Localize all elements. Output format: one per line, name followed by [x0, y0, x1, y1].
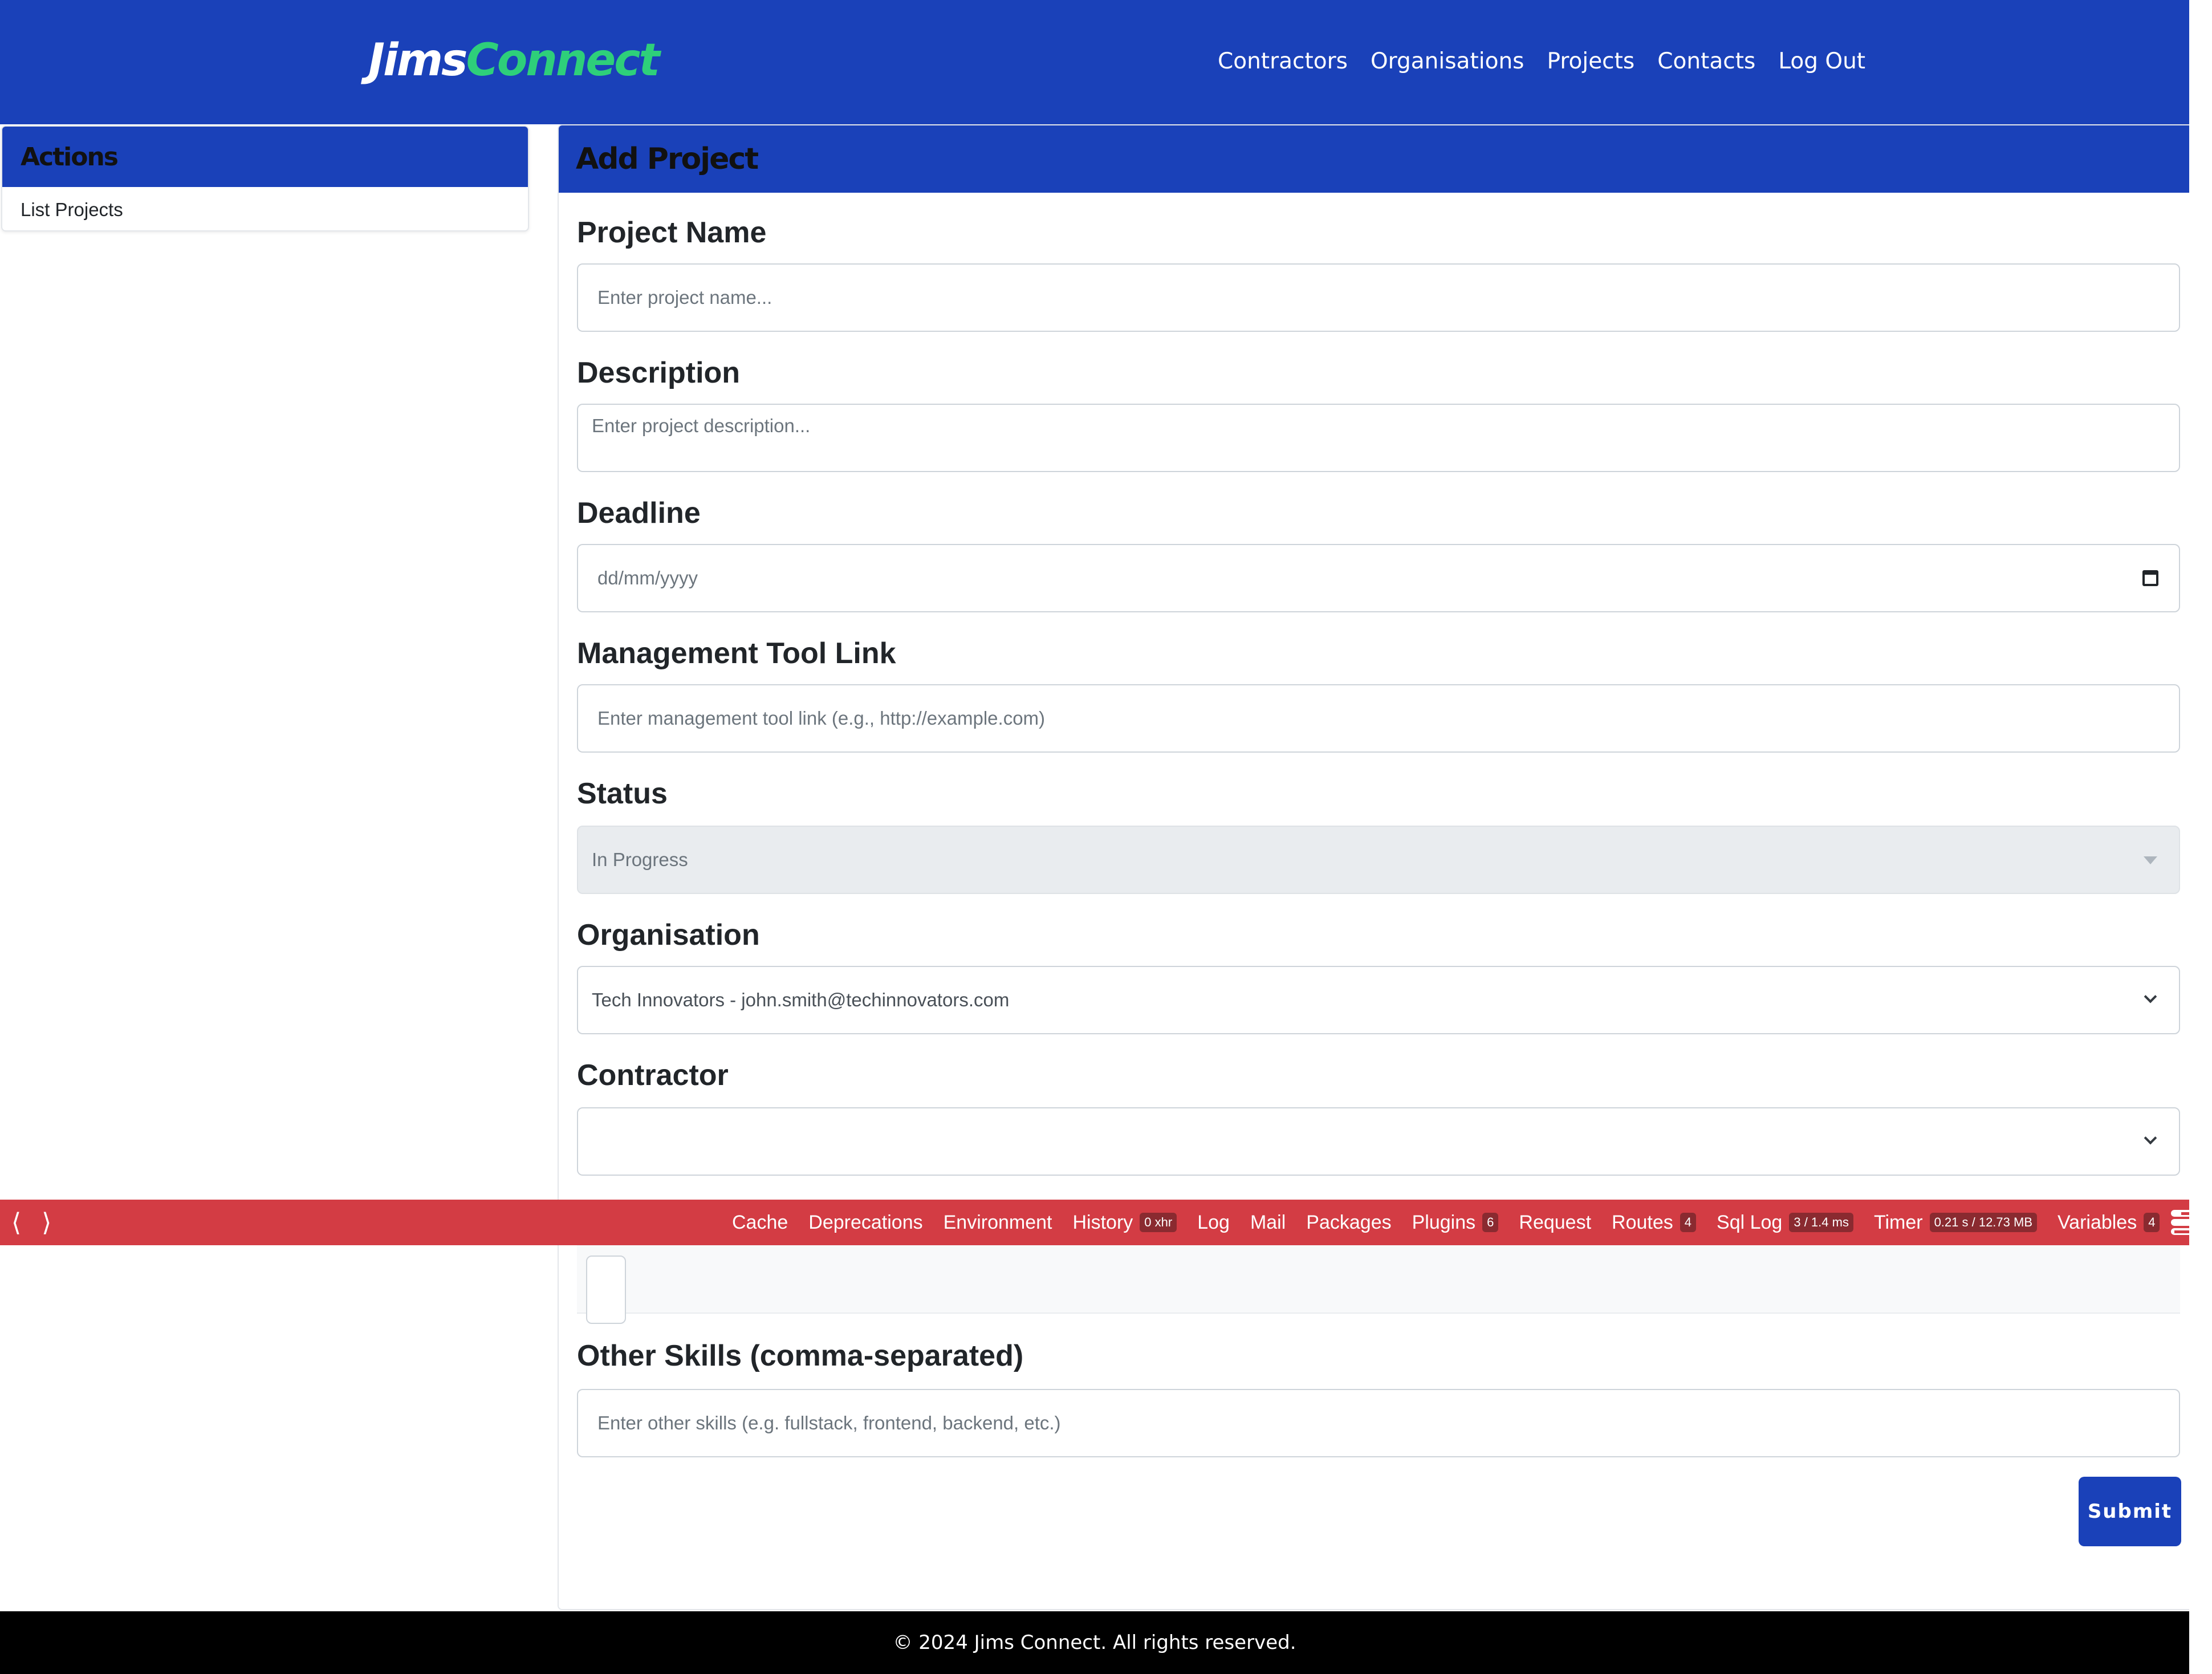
project-name-placeholder: Enter project name...: [597, 287, 772, 308]
status-label: Status: [577, 777, 668, 810]
debug-panel-label: Request: [1519, 1211, 1592, 1233]
sidebar-title: Actions: [21, 142, 119, 172]
debug-panel-cache[interactable]: Cache: [732, 1212, 788, 1234]
organisation-label: Organisation: [577, 919, 760, 952]
chevron-right-icon[interactable]: ⟩: [42, 1208, 51, 1237]
other-skills-placeholder: Enter other skills (e.g. fullstack, fron…: [597, 1412, 1061, 1433]
nav-contractors[interactable]: Contractors: [1218, 44, 1348, 79]
nav-contacts[interactable]: Contacts: [1657, 44, 1755, 79]
debug-panel-badge: 3 / 1.4 ms: [1789, 1213, 1853, 1232]
debug-panel-label: Packages: [1306, 1211, 1392, 1233]
debug-panel-label: Plugins: [1412, 1211, 1476, 1233]
debug-panel-label: Routes: [1612, 1211, 1673, 1233]
other-skills-label: Other Skills (comma-separated): [577, 1339, 1024, 1372]
debug-toolbar: ⟨ ⟩ Cache Deprecations Environment History 0…: [0, 1200, 2212, 1245]
debug-panel-label: Log: [1197, 1211, 1230, 1233]
page-title: Add Project: [576, 142, 759, 176]
management-link-input[interactable]: Enter management tool link (e.g., http:/…: [577, 684, 2180, 753]
contractor-select[interactable]: [577, 1107, 2180, 1176]
chevron-down-icon: [2144, 1131, 2157, 1145]
debug-panel-timer[interactable]: Timer 0.21 s / 12.73 MB: [1874, 1212, 2037, 1234]
contractor-label: Contractor: [577, 1059, 729, 1092]
debug-panel-badge: 0 xhr: [1140, 1213, 1177, 1232]
project-name-input[interactable]: Enter project name...: [577, 263, 2180, 332]
debug-panel-log[interactable]: Log: [1197, 1212, 1230, 1234]
actions-sidebar: Actions List Projects: [1, 125, 529, 231]
chevron-left-icon[interactable]: ⟨: [11, 1208, 21, 1237]
nav-organisations[interactable]: Organisations: [1371, 44, 1524, 79]
debug-panel-label: Cache: [732, 1211, 788, 1233]
debug-panel-label: Mail: [1250, 1211, 1286, 1233]
debug-panel-label: Variables: [2058, 1211, 2137, 1233]
skill-checkbox[interactable]: [586, 1256, 626, 1324]
debug-panel-badge: 0.21 s / 12.73 MB: [1929, 1213, 2037, 1232]
nav-logout[interactable]: Log Out: [1778, 44, 1865, 79]
footer-copyright: © 2024 Jims Connect. All rights reserved…: [893, 1631, 1296, 1654]
main-nav: Contractors Organisations Projects Conta…: [1218, 44, 1865, 79]
debug-panel-badge: 4: [1680, 1213, 1697, 1232]
management-link-placeholder: Enter management tool link (e.g., http:/…: [597, 708, 1046, 729]
add-project-card: Add Project Project Name Enter project n…: [558, 124, 2198, 1610]
top-navbar: JimsConnect Contractors Organisations Pr…: [0, 0, 2189, 124]
page-footer: © 2024 Jims Connect. All rights reserved…: [0, 1611, 2189, 1674]
other-skills-input[interactable]: Enter other skills (e.g. fullstack, fron…: [577, 1389, 2180, 1457]
description-placeholder: Enter project description...: [592, 415, 811, 436]
debug-panel-history[interactable]: History 0 xhr: [1073, 1212, 1177, 1234]
description-label: Description: [577, 356, 741, 389]
sidebar-link-list-projects[interactable]: List Projects: [2, 187, 528, 230]
project-name-label: Project Name: [577, 216, 767, 249]
debug-toggle[interactable]: ⟨ ⟩: [11, 1200, 51, 1245]
deadline-placeholder: dd/mm/yyyy: [597, 567, 698, 588]
description-textarea[interactable]: Enter project description...: [577, 404, 2180, 472]
logo-text-connect: Connect: [466, 35, 660, 86]
nav-projects[interactable]: Projects: [1547, 44, 1634, 79]
management-link-label: Management Tool Link: [577, 637, 896, 670]
status-value: In Progress: [592, 849, 688, 870]
status-select: In Progress: [577, 826, 2180, 894]
debug-panel-packages[interactable]: Packages: [1306, 1212, 1391, 1234]
caret-down-icon: [2144, 856, 2157, 864]
organisation-value: Tech Innovators - john.smith@techinnovat…: [592, 989, 1010, 1010]
skills-checkbox-area: [577, 1243, 2180, 1324]
debug-panel-badge: 6: [1482, 1213, 1499, 1232]
organisation-select[interactable]: Tech Innovators - john.smith@techinnovat…: [577, 966, 2180, 1034]
debug-panel-environment[interactable]: Environment: [944, 1212, 1052, 1234]
deadline-date-input[interactable]: dd/mm/yyyy: [577, 544, 2180, 612]
debug-panel-request[interactable]: Request: [1519, 1212, 1591, 1234]
sidebar-header: Actions: [2, 127, 528, 187]
calendar-icon[interactable]: [2142, 570, 2158, 586]
debug-panel-label: Environment: [943, 1211, 1052, 1233]
debug-panel-label: Timer: [1873, 1211, 1923, 1233]
debug-panel-mail[interactable]: Mail: [1250, 1212, 1286, 1234]
card-header: Add Project: [559, 125, 2197, 193]
debug-panel-plugins[interactable]: Plugins 6: [1412, 1212, 1499, 1234]
deadline-label: Deadline: [577, 497, 701, 530]
debug-panel-list: Cache Deprecations Environment History 0 xhr…: [732, 1200, 2160, 1245]
submit-button[interactable]: Submit: [2079, 1477, 2181, 1546]
logo-text-jims: Jims: [368, 35, 467, 86]
debug-panel-label: Sql Log: [1717, 1211, 1783, 1233]
chevron-down-icon: [2144, 990, 2157, 1003]
debug-panel-label: History: [1072, 1211, 1133, 1233]
debug-panel-deprecations[interactable]: Deprecations: [808, 1212, 922, 1234]
page-scrollbar[interactable]: [2189, 0, 2212, 1674]
debug-panel-label: Deprecations: [808, 1211, 923, 1233]
debug-panel-variables[interactable]: Variables 4: [2058, 1212, 2160, 1234]
debug-panel-badge: 4: [2144, 1213, 2160, 1232]
debug-panel-sql-log[interactable]: Sql Log 3 / 1.4 ms: [1717, 1212, 1853, 1234]
brand-logo[interactable]: JimsConnect: [368, 32, 660, 89]
debug-panel-routes[interactable]: Routes 4: [1612, 1211, 1697, 1234]
